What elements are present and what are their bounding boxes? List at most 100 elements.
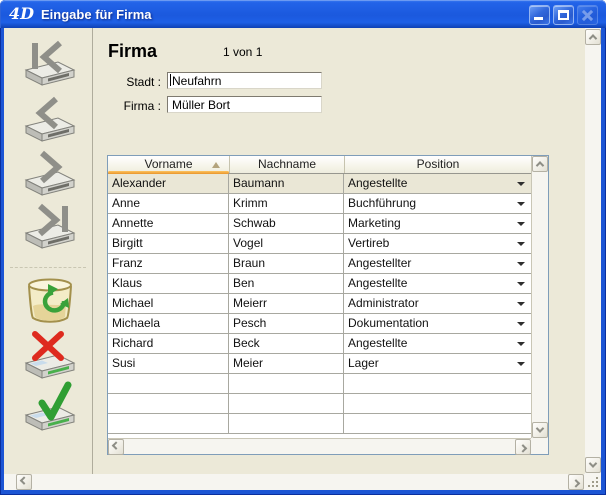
table-row[interactable]: BirgittVogelVertireb [108, 234, 531, 254]
cell-vorname[interactable]: Franz [108, 254, 229, 273]
table-scroll-down-button[interactable] [532, 422, 548, 438]
cell-position[interactable]: Buchführung [344, 194, 531, 213]
cell-position[interactable]: Administrator [344, 294, 531, 313]
window-scroll-down-button[interactable] [585, 457, 601, 473]
cell-nachname[interactable]: Pesch [229, 314, 344, 333]
column-header-position[interactable]: Position [344, 156, 531, 173]
table-scroll-right-button[interactable] [515, 439, 531, 455]
dropdown-arrow-icon[interactable] [517, 302, 525, 306]
table-row-empty[interactable] [108, 414, 531, 434]
dropdown-arrow-icon[interactable] [517, 182, 525, 186]
cell-position[interactable]: Vertireb [344, 234, 531, 253]
dropdown-arrow-icon[interactable] [517, 282, 525, 286]
cell-vorname[interactable]: Richard [108, 334, 229, 353]
window-horizontal-scrollbar[interactable] [4, 474, 585, 490]
cell-empty[interactable] [108, 394, 229, 413]
cell-nachname[interactable]: Vogel [229, 234, 344, 253]
dropdown-arrow-icon[interactable] [517, 222, 525, 226]
cell-nachname[interactable]: Krimm [229, 194, 344, 213]
dropdown-arrow-icon[interactable] [517, 262, 525, 266]
table-row[interactable]: Susi MeierLager [108, 354, 531, 374]
resize-grip-icon [588, 477, 590, 479]
previous-record-button[interactable] [20, 94, 80, 144]
titlebar[interactable]: 4D Eingabe für Firma [0, 0, 606, 28]
table-vertical-scrollbar[interactable] [531, 156, 548, 438]
cell-nachname[interactable]: Schwab [229, 214, 344, 233]
cell-vorname[interactable]: Annette [108, 214, 229, 233]
table-row[interactable]: Michael Meierr Administrator [108, 294, 531, 314]
cell-text: Susi [112, 356, 135, 370]
cell-vorname[interactable]: Klaus [108, 274, 229, 293]
cell-position[interactable]: Dokumentation [344, 314, 531, 333]
cell-vorname[interactable]: Birgitt [108, 234, 229, 253]
cell-position[interactable]: Angestellter [344, 254, 531, 273]
dropdown-arrow-icon[interactable] [517, 322, 525, 326]
first-record-icon [20, 38, 80, 88]
cell-position[interactable]: Marketing [344, 214, 531, 233]
cell-vorname[interactable]: Michael [108, 294, 229, 313]
cell-position[interactable]: Angestellte [344, 274, 531, 293]
accept-record-button[interactable] [20, 381, 80, 431]
cell-empty[interactable] [344, 374, 531, 393]
table-row[interactable]: FranzBraunAngestellter [108, 254, 531, 274]
close-button[interactable] [577, 5, 598, 25]
minimize-button[interactable] [529, 5, 550, 25]
cell-nachname[interactable]: Meier [229, 354, 344, 373]
last-record-icon [20, 201, 80, 251]
cell-nachname[interactable]: Beck [229, 334, 344, 353]
table-row[interactable]: MichaelaPeschDokumentation [108, 314, 531, 334]
cancel-icon [20, 329, 80, 379]
stadt-input[interactable] [167, 72, 322, 89]
cancel-record-button[interactable] [20, 329, 80, 379]
first-record-button[interactable] [20, 38, 80, 88]
window-scroll-up-button[interactable] [585, 29, 601, 45]
column-header-label: Vorname [144, 157, 192, 171]
last-record-button[interactable] [20, 201, 80, 251]
cell-text: Meierr [233, 296, 267, 310]
table-row[interactable]: RichardBeckAngestellte [108, 334, 531, 354]
window-scroll-left-button[interactable] [16, 474, 32, 490]
cell-empty[interactable] [344, 414, 531, 433]
cell-position[interactable]: Angestellte [344, 174, 531, 193]
cell-position[interactable]: Angestellte [344, 334, 531, 353]
maximize-button[interactable] [553, 5, 574, 25]
cell-empty[interactable] [108, 414, 229, 433]
cell-empty[interactable] [108, 374, 229, 393]
cell-nachname[interactable]: Braun [229, 254, 344, 273]
table-horizontal-scrollbar[interactable] [108, 438, 531, 454]
table-row[interactable]: AnnetteSchwabMarketing [108, 214, 531, 234]
cell-vorname[interactable]: Susi [108, 354, 229, 373]
delete-record-button[interactable] [20, 276, 80, 326]
dropdown-arrow-icon[interactable] [517, 342, 525, 346]
table-row-empty[interactable] [108, 374, 531, 394]
table-row[interactable]: KlausBenAngestellte [108, 274, 531, 294]
cell-nachname[interactable]: Ben [229, 274, 344, 293]
table-row[interactable]: AlexanderBaumannAngestellte [108, 174, 531, 194]
resize-grip[interactable] [585, 474, 601, 490]
cell-nachname[interactable]: Meierr [229, 294, 344, 313]
next-record-button[interactable] [20, 148, 80, 198]
table-row[interactable]: AnneKrimmBuchführung [108, 194, 531, 214]
cell-empty[interactable] [344, 394, 531, 413]
firma-input[interactable] [167, 96, 322, 113]
cell-vorname[interactable]: Anne [108, 194, 229, 213]
table-scroll-left-button[interactable] [108, 439, 124, 455]
cell-nachname[interactable]: Baumann [229, 174, 344, 193]
cell-empty[interactable] [229, 374, 344, 393]
cell-vorname[interactable]: Michaela [108, 314, 229, 333]
dropdown-arrow-icon[interactable] [517, 202, 525, 206]
cell-position[interactable]: Lager [344, 354, 531, 373]
window-scroll-right-button[interactable] [568, 474, 584, 490]
dropdown-arrow-icon[interactable] [517, 362, 525, 366]
cell-empty[interactable] [229, 414, 344, 433]
accept-icon [20, 381, 80, 431]
window-title: Eingabe für Firma [41, 7, 152, 22]
column-header-nachname[interactable]: Nachname [229, 156, 344, 173]
cell-empty[interactable] [229, 394, 344, 413]
column-header-vorname[interactable]: Vorname [108, 156, 229, 173]
table-scroll-up-button[interactable] [532, 156, 548, 172]
window-vertical-scrollbar[interactable] [585, 28, 601, 474]
table-row-empty[interactable] [108, 394, 531, 414]
dropdown-arrow-icon[interactable] [517, 242, 525, 246]
cell-vorname[interactable]: Alexander [108, 174, 229, 193]
